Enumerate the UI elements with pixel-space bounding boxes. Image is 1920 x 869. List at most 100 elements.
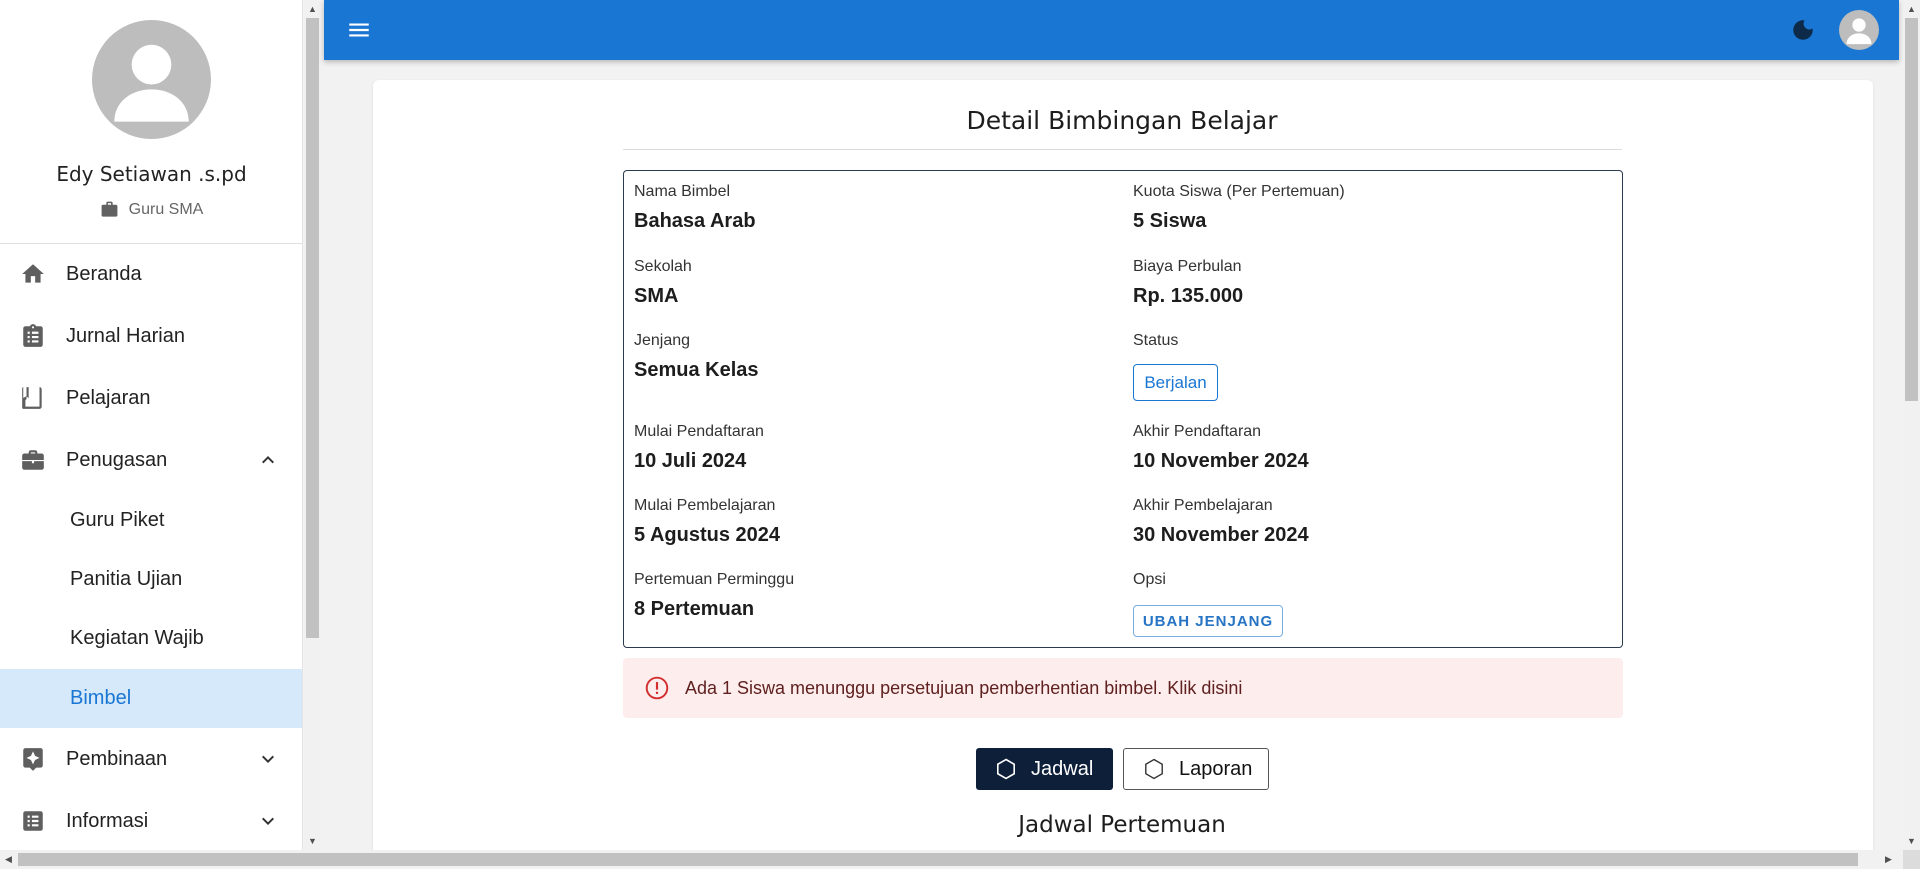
sidebar-item-informasi[interactable]: Informasi xyxy=(0,791,302,850)
field-value: 10 Juli 2024 xyxy=(634,450,747,472)
title-divider xyxy=(623,149,1622,150)
pending-approval-alert[interactable]: Ada 1 Siswa menunggu persetujuan pemberh… xyxy=(623,658,1623,718)
scroll-up-arrow-icon[interactable]: ▲ xyxy=(304,0,321,17)
field-opsi: Opsi xyxy=(1133,571,1166,589)
profile-name: Edy Setiawan .s.pd xyxy=(56,162,247,186)
field-kuota-siswa: Kuota Siswa (Per Pertemuan) 5 Siswa xyxy=(1133,183,1345,233)
field-label: Jenjang xyxy=(634,332,691,349)
chevron-up-icon xyxy=(262,456,274,464)
sidebar-item-label: Beranda xyxy=(66,262,142,285)
field-label: Status xyxy=(1133,332,1179,349)
field-label: Opsi xyxy=(1133,571,1166,588)
horizontal-scrollbar[interactable]: ◀ ▶ xyxy=(0,850,1903,869)
alert-text: Ada 1 Siswa menunggu persetujuan pemberh… xyxy=(685,677,1243,698)
error-outline-icon xyxy=(645,676,669,700)
field-value: Rp. 135.000 xyxy=(1133,285,1244,307)
field-akhir-pembelajaran: Akhir Pembelajaran 30 November 2024 xyxy=(1133,497,1309,547)
field-label: Akhir Pendaftaran xyxy=(1133,423,1262,440)
field-label: Mulai Pendaftaran xyxy=(634,423,764,440)
scroll-right-arrow-icon[interactable]: ▶ xyxy=(1880,850,1897,869)
field-mulai-pembelajaran: Mulai Pembelajaran 5 Agustus 2024 xyxy=(634,497,780,547)
briefcase-icon xyxy=(101,201,118,217)
field-mulai-pendaftaran: Mulai Pendaftaran 10 Juli 2024 xyxy=(634,423,764,473)
sidebar-subitem-label: Bimbel xyxy=(70,687,132,709)
profile-role: Guru SMA xyxy=(0,200,302,219)
sidebar-subitem-bimbel[interactable]: Bimbel xyxy=(0,669,302,728)
field-label: Sekolah xyxy=(634,258,692,275)
field-status: Status xyxy=(1133,332,1178,350)
sidebar-item-jurnal-harian[interactable]: Jurnal Harian xyxy=(0,306,302,366)
chevron-down-icon xyxy=(262,755,274,763)
field-value: 10 November 2024 xyxy=(1133,450,1309,472)
field-biaya-perbulan: Biaya Perbulan Rp. 135.000 xyxy=(1133,258,1243,308)
avatar xyxy=(92,20,211,139)
field-value: 8 Pertemuan xyxy=(634,598,755,620)
sidebar: Edy Setiawan .s.pd Guru SMA Beranda Jurn… xyxy=(0,0,303,850)
jadwal-tab-button[interactable]: Jadwal xyxy=(976,748,1113,790)
sidebar-item-pembinaan[interactable]: Pembinaan xyxy=(0,729,302,789)
sparkle-badge-icon xyxy=(23,748,43,771)
clipboard-icon xyxy=(23,324,43,347)
field-label: Pertemuan Perminggu xyxy=(634,571,795,588)
sidebar-item-label: Pembinaan xyxy=(66,747,168,770)
main-scroll-thumb[interactable] xyxy=(1905,18,1918,401)
sidebar-subitem-label: Kegiatan Wajib xyxy=(70,627,204,649)
scrollbar-corner xyxy=(1903,850,1920,869)
laporan-tab-button[interactable]: Laporan xyxy=(1123,748,1269,790)
sidebar-scroll-thumb[interactable] xyxy=(306,18,319,638)
main-scrollbar[interactable]: ▲ ▼ xyxy=(1903,0,1920,850)
field-value: 5 Siswa xyxy=(1133,210,1207,232)
sidebar-item-label: Penugasan xyxy=(66,448,168,471)
chevron-down-icon xyxy=(262,817,274,825)
field-akhir-pendaftaran: Akhir Pendaftaran 10 November 2024 xyxy=(1133,423,1309,473)
app-bar xyxy=(324,0,1899,60)
sidebar-item-label: Jurnal Harian xyxy=(66,324,185,347)
sidebar-subitem-kegiatan-wajib[interactable]: Kegiatan Wajib xyxy=(0,609,302,668)
person-icon xyxy=(114,44,189,122)
field-label: Biaya Perbulan xyxy=(1133,258,1242,275)
sidebar-item-penugasan[interactable]: Penugasan xyxy=(0,430,302,490)
field-value: Semua Kelas xyxy=(634,359,759,381)
home-icon xyxy=(22,264,44,283)
book-icon xyxy=(22,387,42,409)
field-value: 5 Agustus 2024 xyxy=(634,524,780,546)
tab-label: Laporan xyxy=(1179,757,1253,780)
profile-section: Edy Setiawan .s.pd Guru SMA xyxy=(0,0,302,244)
scroll-down-arrow-icon[interactable]: ▼ xyxy=(1903,832,1920,849)
hexagon-icon xyxy=(1145,758,1163,780)
field-nama-bimbel: Nama Bimbel Bahasa Arab xyxy=(634,183,756,233)
tab-label: Jadwal xyxy=(1031,757,1094,780)
sidebar-subitem-panitia-ujian[interactable]: Panitia Ujian xyxy=(0,550,302,609)
field-value: SMA xyxy=(634,285,679,307)
sidebar-subitem-label: Panitia Ujian xyxy=(70,568,183,590)
status-badge: Berjalan xyxy=(1133,364,1218,401)
sidebar-item-pelajaran[interactable]: Pelajaran xyxy=(0,368,302,428)
person-icon xyxy=(1846,18,1872,45)
field-value: 30 November 2024 xyxy=(1133,524,1309,546)
scroll-up-arrow-icon[interactable]: ▲ xyxy=(1903,0,1920,17)
field-label: Mulai Pembelajaran xyxy=(634,497,776,514)
ubah-jenjang-button[interactable]: UBAH JENJANG xyxy=(1133,605,1283,637)
detail-info-box: Nama Bimbel Bahasa Arab Kuota Siswa (Per… xyxy=(623,170,1623,648)
user-avatar-button[interactable] xyxy=(1839,10,1879,50)
field-value: Bahasa Arab xyxy=(634,210,756,232)
sidebar-item-label: Informasi xyxy=(66,809,149,832)
horizontal-scroll-thumb[interactable] xyxy=(18,853,1858,866)
sidebar-subitem-guru-piket[interactable]: Guru Piket xyxy=(0,491,302,550)
hexagon-icon xyxy=(997,758,1015,780)
field-label: Nama Bimbel xyxy=(634,183,731,200)
profile-role-label: Guru SMA xyxy=(128,200,204,218)
sidebar-scrollbar[interactable]: ▲ ▼ xyxy=(304,0,321,850)
scroll-down-arrow-icon[interactable]: ▼ xyxy=(304,832,321,849)
hamburger-menu-icon[interactable] xyxy=(346,17,372,43)
scroll-left-arrow-icon[interactable]: ◀ xyxy=(0,850,17,869)
field-label: Akhir Pembelajaran xyxy=(1133,497,1273,514)
list-alt-icon xyxy=(23,811,43,831)
page-title: Detail Bimbingan Belajar xyxy=(966,106,1278,135)
briefcase-icon xyxy=(22,450,44,470)
field-jenjang: Jenjang Semua Kelas xyxy=(634,332,759,382)
sidebar-item-beranda[interactable]: Beranda xyxy=(0,244,302,304)
dark-mode-toggle-icon[interactable] xyxy=(1790,17,1816,43)
field-sekolah: Sekolah SMA xyxy=(634,258,692,308)
sidebar-subitem-label: Guru Piket xyxy=(70,509,165,531)
